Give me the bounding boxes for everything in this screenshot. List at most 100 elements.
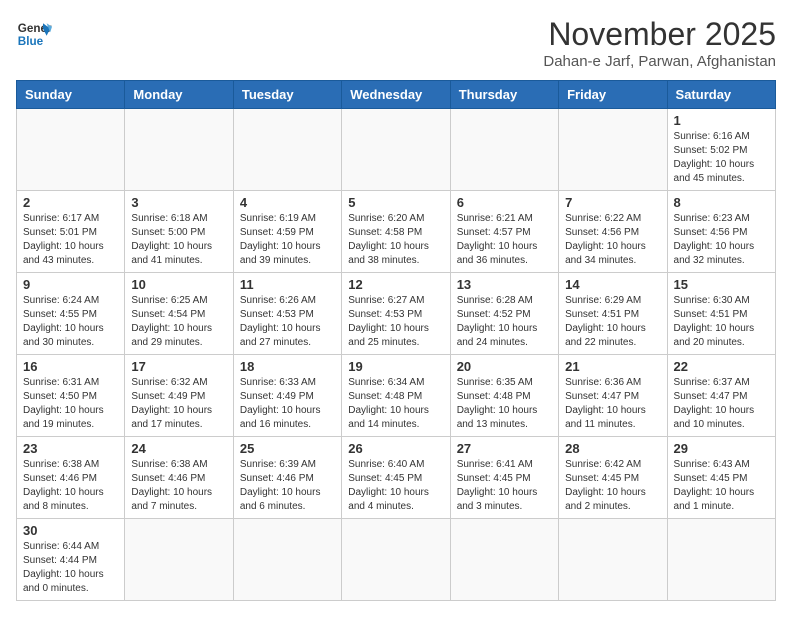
day-info: Sunrise: 6:37 AMSunset: 4:47 PMDaylight:…: [674, 376, 769, 432]
calendar-day-cell: [559, 519, 667, 601]
day-info: Sunrise: 6:32 AMSunset: 4:49 PMDaylight:…: [131, 376, 226, 432]
weekday-header-thursday: Thursday: [450, 81, 558, 109]
calendar-day-cell: 17Sunrise: 6:32 AMSunset: 4:49 PMDayligh…: [125, 355, 233, 437]
calendar-day-cell: 29Sunrise: 6:43 AMSunset: 4:45 PMDayligh…: [667, 437, 775, 519]
calendar-week-row: 16 Sunrise: 6:31 AMSunset: 4:50 PMDayligh…: [17, 355, 776, 437]
calendar-day-cell: 13Sunrise: 6:28 AMSunset: 4:52 PMDayligh…: [450, 273, 558, 355]
weekday-header-row: SundayMondayTuesdayWednesdayThursdayFrid…: [17, 81, 776, 109]
day-number: 30: [23, 523, 118, 538]
calendar-day-cell: 25Sunrise: 6:39 AMSunset: 4:46 PMDayligh…: [233, 437, 341, 519]
day-info: Sunrise: 6:19 AMSunset: 4:59 PMDaylight:…: [240, 212, 335, 268]
calendar-day-cell: 12 Sunrise: 6:27 AMSunset: 4:53 PMDayligh…: [342, 273, 450, 355]
calendar-day-cell: [233, 519, 341, 601]
day-info: Sunrise: 6:35 AMSunset: 4:48 PMDaylight:…: [457, 376, 552, 432]
day-number: 11: [240, 277, 335, 292]
calendar-day-cell: 24Sunrise: 6:38 AMSunset: 4:46 PMDayligh…: [125, 437, 233, 519]
calendar-week-row: 23 Sunrise: 6:38 AMSunset: 4:46 PMDayligh…: [17, 437, 776, 519]
calendar-week-row: 9 Sunrise: 6:24 AMSunset: 4:55 PMDaylight…: [17, 273, 776, 355]
calendar-day-cell: 27 Sunrise: 6:41 AMSunset: 4:45 PMDayligh…: [450, 437, 558, 519]
calendar-day-cell: 20 Sunrise: 6:35 AMSunset: 4:48 PMDayligh…: [450, 355, 558, 437]
calendar-week-row: 1Sunrise: 6:16 AMSunset: 5:02 PMDaylight…: [17, 109, 776, 191]
calendar-day-cell: [559, 109, 667, 191]
day-number: 25: [240, 441, 335, 456]
calendar-day-cell: 16 Sunrise: 6:31 AMSunset: 4:50 PMDayligh…: [17, 355, 125, 437]
calendar-table: SundayMondayTuesdayWednesdayThursdayFrid…: [16, 80, 776, 601]
calendar-day-cell: [667, 519, 775, 601]
day-number: 19: [348, 359, 443, 374]
day-number: 15: [674, 277, 769, 292]
day-number: 12: [348, 277, 443, 292]
day-number: 4: [240, 195, 335, 210]
day-number: 7: [565, 195, 660, 210]
calendar-header: SundayMondayTuesdayWednesdayThursdayFrid…: [17, 81, 776, 109]
calendar-day-cell: 5 Sunrise: 6:20 AMSunset: 4:58 PMDaylight…: [342, 191, 450, 273]
calendar-week-row: 30 Sunrise: 6:44 AMSunset: 4:44 PMDayligh…: [17, 519, 776, 601]
day-info: Sunrise: 6:38 AMSunset: 4:46 PMDaylight:…: [23, 458, 118, 514]
day-info: Sunrise: 6:33 AMSunset: 4:49 PMDaylight:…: [240, 376, 335, 432]
day-number: 1: [674, 113, 769, 128]
calendar-day-cell: 8 Sunrise: 6:23 AMSunset: 4:56 PMDaylight…: [667, 191, 775, 273]
day-info: Sunrise: 6:24 AMSunset: 4:55 PMDaylight:…: [23, 294, 118, 350]
day-info: Sunrise: 6:43 AMSunset: 4:45 PMDaylight:…: [674, 458, 769, 514]
day-info: Sunrise: 6:44 AMSunset: 4:44 PMDaylight:…: [23, 540, 118, 596]
calendar-day-cell: 30 Sunrise: 6:44 AMSunset: 4:44 PMDayligh…: [17, 519, 125, 601]
day-number: 5: [348, 195, 443, 210]
day-number: 27: [457, 441, 552, 456]
day-info: Sunrise: 6:41 AMSunset: 4:45 PMDaylight:…: [457, 458, 552, 514]
logo: General Blue: [16, 16, 52, 52]
day-number: 22: [674, 359, 769, 374]
day-number: 16: [23, 359, 118, 374]
calendar-day-cell: 21Sunrise: 6:36 AMSunset: 4:47 PMDayligh…: [559, 355, 667, 437]
calendar-day-cell: 10Sunrise: 6:25 AMSunset: 4:54 PMDayligh…: [125, 273, 233, 355]
day-number: 8: [674, 195, 769, 210]
day-info: Sunrise: 6:23 AMSunset: 4:56 PMDaylight:…: [674, 212, 769, 268]
day-info: Sunrise: 6:28 AMSunset: 4:52 PMDaylight:…: [457, 294, 552, 350]
logo-icon: General Blue: [16, 16, 52, 52]
day-info: Sunrise: 6:40 AMSunset: 4:45 PMDaylight:…: [348, 458, 443, 514]
day-number: 18: [240, 359, 335, 374]
calendar-day-cell: 2 Sunrise: 6:17 AMSunset: 5:01 PMDaylight…: [17, 191, 125, 273]
calendar-day-cell: 26 Sunrise: 6:40 AMSunset: 4:45 PMDayligh…: [342, 437, 450, 519]
day-number: 2: [23, 195, 118, 210]
day-info: Sunrise: 6:42 AMSunset: 4:45 PMDaylight:…: [565, 458, 660, 514]
day-info: Sunrise: 6:31 AMSunset: 4:50 PMDaylight:…: [23, 376, 118, 432]
calendar-body: 1Sunrise: 6:16 AMSunset: 5:02 PMDaylight…: [17, 109, 776, 601]
day-info: Sunrise: 6:20 AMSunset: 4:58 PMDaylight:…: [348, 212, 443, 268]
day-info: Sunrise: 6:34 AMSunset: 4:48 PMDaylight:…: [348, 376, 443, 432]
day-info: Sunrise: 6:17 AMSunset: 5:01 PMDaylight:…: [23, 212, 118, 268]
day-info: Sunrise: 6:30 AMSunset: 4:51 PMDaylight:…: [674, 294, 769, 350]
day-number: 21: [565, 359, 660, 374]
day-number: 20: [457, 359, 552, 374]
calendar-day-cell: 23 Sunrise: 6:38 AMSunset: 4:46 PMDayligh…: [17, 437, 125, 519]
calendar-day-cell: [233, 109, 341, 191]
day-info: Sunrise: 6:38 AMSunset: 4:46 PMDaylight:…: [131, 458, 226, 514]
calendar-day-cell: 22 Sunrise: 6:37 AMSunset: 4:47 PMDayligh…: [667, 355, 775, 437]
day-info: Sunrise: 6:29 AMSunset: 4:51 PMDaylight:…: [565, 294, 660, 350]
calendar-day-cell: [450, 109, 558, 191]
title-section: November 2025 Dahan-e Jarf, Parwan, Afgh…: [543, 16, 776, 70]
calendar-day-cell: [125, 519, 233, 601]
location-subtitle: Dahan-e Jarf, Parwan, Afghanistan: [543, 53, 776, 70]
calendar-day-cell: [342, 519, 450, 601]
calendar-day-cell: [450, 519, 558, 601]
calendar-day-cell: [17, 109, 125, 191]
day-number: 10: [131, 277, 226, 292]
day-info: Sunrise: 6:21 AMSunset: 4:57 PMDaylight:…: [457, 212, 552, 268]
weekday-header-wednesday: Wednesday: [342, 81, 450, 109]
weekday-header-tuesday: Tuesday: [233, 81, 341, 109]
day-number: 9: [23, 277, 118, 292]
svg-text:Blue: Blue: [18, 35, 44, 48]
day-number: 23: [23, 441, 118, 456]
weekday-header-monday: Monday: [125, 81, 233, 109]
calendar-day-cell: 18 Sunrise: 6:33 AMSunset: 4:49 PMDayligh…: [233, 355, 341, 437]
calendar-day-cell: 3Sunrise: 6:18 AMSunset: 5:00 PMDaylight…: [125, 191, 233, 273]
calendar-day-cell: [342, 109, 450, 191]
day-info: Sunrise: 6:18 AMSunset: 5:00 PMDaylight:…: [131, 212, 226, 268]
day-info: Sunrise: 6:26 AMSunset: 4:53 PMDaylight:…: [240, 294, 335, 350]
weekday-header-saturday: Saturday: [667, 81, 775, 109]
day-number: 26: [348, 441, 443, 456]
calendar-day-cell: 14Sunrise: 6:29 AMSunset: 4:51 PMDayligh…: [559, 273, 667, 355]
day-info: Sunrise: 6:27 AMSunset: 4:53 PMDaylight:…: [348, 294, 443, 350]
calendar-day-cell: 9 Sunrise: 6:24 AMSunset: 4:55 PMDaylight…: [17, 273, 125, 355]
calendar-day-cell: 1Sunrise: 6:16 AMSunset: 5:02 PMDaylight…: [667, 109, 775, 191]
